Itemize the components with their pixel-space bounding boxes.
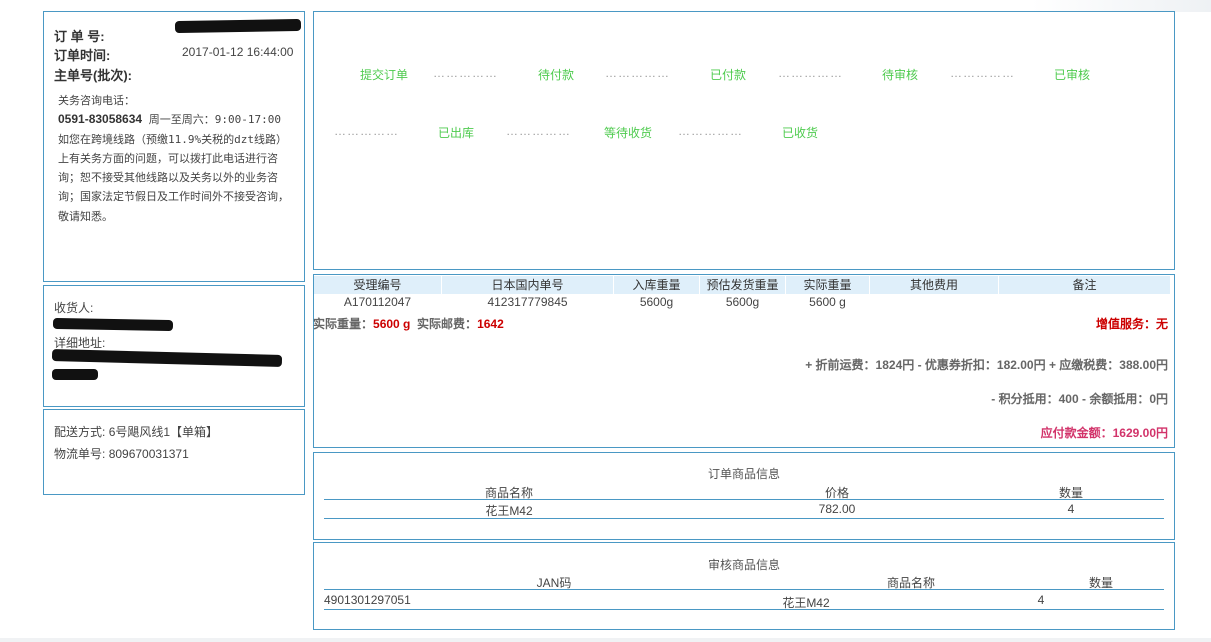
customs-body: 如您在跨境线路（预缴11.9%关税的dzt线路）上有关务方面的问题，可以拨打此电… [58,132,289,223]
order-time-label: 订单时间: [54,48,111,63]
order-info-panel: 订 单 号: 订单时间: 2017-01-12 16:44:00 主单号(批次)… [43,11,305,282]
fee-breakdown: + 折前运费：1824円 - 优惠券折扣：182.00円 + 应缴税费：388.… [805,358,1168,372]
delivery-method: 配送方式: 6号飓风线1【单箱】 [54,423,218,440]
tracking: 物流单号: 809670031371 [54,445,189,462]
customs-phone: 0591-83058634 [58,112,143,127]
receiver-name-label: 收货人: [54,301,94,315]
cell-actual-weight: 5600 g [809,295,846,309]
cell-est-weight: 5600g [725,295,760,309]
customs-info: 关务咨询电话： 0591-83058634 周一至周六：9:00-17:00 如… [58,91,290,226]
actual-postage-label: 实际邮费： [417,317,478,331]
actual-summary: 实际重量：5600 g 实际邮费：1642 [313,315,504,332]
status-step-7: 等待收货 [604,126,653,140]
receiver-panel: 收货人: 详细地址: [43,285,305,407]
col-header-other-fee: 其他费用 [870,276,998,294]
status-separator: …………… [778,66,843,80]
bottom-strip [0,638,1211,642]
status-step-5: 已审核 [1054,68,1091,82]
order-time-value: 2017-01-12 16:44:00 [182,45,294,59]
status-separator: …………… [605,66,670,80]
status-step-6: 已出库 [438,126,475,140]
status-separator: …………… [433,66,498,80]
review-goods-row-line [324,609,1164,610]
customs-hours: 周一至周六：9:00-17:00 [148,113,281,127]
order-goods-cell-qty: 4 [1067,502,1075,516]
status-separator: …………… [678,124,743,138]
status-separator: …………… [334,124,399,138]
review-goods-cell-jan: 4901301297051 [324,593,411,607]
redacted-receiver-name [52,317,174,332]
status-step-2: 待付款 [538,68,575,82]
value-added-service: 增值服务：无 [1095,317,1168,331]
order-goods-panel: 订单商品信息 商品名称 价格 数量 花王M42 782.00 4 [313,452,1175,540]
col-header-actual-weight: 实际重量 [786,276,869,294]
shipment-fee-panel: 受理编号 日本国内单号 入库重量 预估发货重量 实际重量 其他费用 备注 A17… [313,274,1175,448]
col-header-accept-no: 受理编号 [314,276,441,294]
tracking-number: 809670031371 [108,447,189,461]
actual-weight-value: 5600 g [373,317,411,331]
order-goods-cell-price: 782.00 [818,502,856,516]
order-status-panel: 提交订单 …………… 待付款 …………… 已付款 …………… 待审核 ……………… [313,11,1175,270]
actual-weight-label: 实际重量： [313,317,374,331]
customs-intro: 关务咨询电话： [58,94,135,107]
col-header-in-weight: 入库重量 [614,276,699,294]
order-goods-header-line [324,499,1164,500]
col-header-jp-tracking: 日本国内单号 [442,276,613,294]
status-step-4: 待审核 [882,68,919,82]
delivery-method-value: 6号飓风线1【单箱】 [108,425,219,439]
order-goods-title: 订单商品信息 [707,467,780,481]
status-step-1: 提交订单 [360,68,409,82]
payable-label: 应付款金额： [1040,426,1113,440]
col-header-remark: 备注 [999,276,1170,294]
payable-amount: 应付款金额：1629.00円 [1041,424,1168,441]
delivery-panel: 配送方式: 6号飓风线1【单箱】 物流单号: 809670031371 [43,409,305,495]
order-goods-cell-name: 花王M42 [485,504,533,518]
order-goods-row-line [324,518,1164,519]
status-separator: …………… [950,66,1015,80]
review-goods-header-line [324,589,1164,590]
status-step-3: 已付款 [710,68,747,82]
cell-in-weight: 5600g [639,295,674,309]
review-goods-cell-qty: 4 [1037,593,1045,607]
cell-jp-tracking: 412317779845 [487,295,568,309]
master-no-label: 主单号(批次): [54,68,132,83]
col-header-est-weight: 预估发货重量 [700,276,785,294]
review-goods-panel: 审核商品信息 JAN码 商品名称 数量 4901301297051 花王M42 … [313,542,1175,630]
status-step-8: 已收货 [782,126,819,140]
review-goods-title: 审核商品信息 [707,558,780,572]
status-separator: …………… [506,124,571,138]
redacted-address-line2 [52,369,98,380]
tracking-label: 物流单号: [54,447,106,461]
delivery-method-label: 配送方式: [54,425,106,439]
deduction-breakdown: - 积分抵用：400 - 余额抵用：0円 [991,392,1168,406]
redacted-order-no [174,18,302,34]
payable-value: 1629.00円 [1112,426,1168,440]
cell-accept-no: A170112047 [343,295,412,309]
actual-postage-value: 1642 [477,317,504,331]
redacted-address-line1 [51,348,283,368]
order-no-label: 订 单 号: [54,29,105,44]
